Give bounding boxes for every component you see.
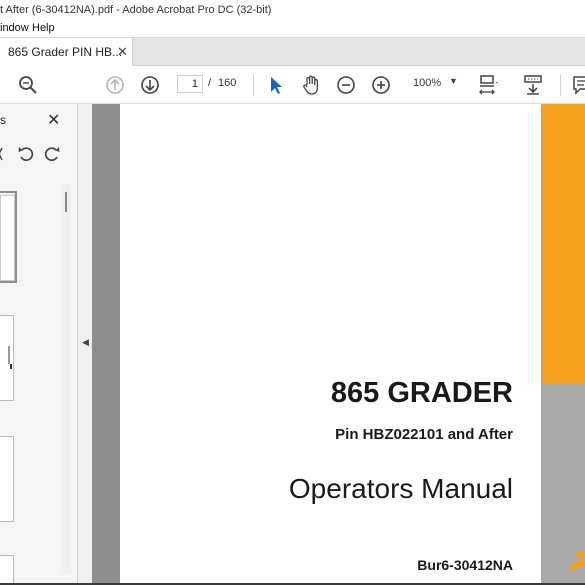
- page-number-input[interactable]: 1: [177, 75, 203, 93]
- tab-document-label: 865 Grader PIN HB...: [8, 45, 123, 59]
- window-title: t After (6-30412NA).pdf - Adobe Acrobat …: [0, 4, 272, 16]
- panel-collapse-strip[interactable]: ◀: [78, 104, 92, 585]
- cover-orange-band: [541, 104, 585, 384]
- page-total: 160: [218, 77, 237, 89]
- toolbar-divider: [253, 74, 254, 96]
- page-thumbnail-selected[interactable]: [0, 191, 17, 283]
- page-thumbnails-panel: s ✕: [0, 104, 78, 585]
- document-view[interactable]: 865 GRADER Pin HBZ022101 and After Opera…: [92, 104, 585, 585]
- document-subtitle: Operators Manual: [288, 473, 513, 504]
- menu-window[interactable]: indow: [0, 20, 29, 37]
- brand-logo-fragment: [568, 544, 585, 574]
- zoom-out-icon[interactable]: [334, 73, 358, 97]
- rotate-left-icon[interactable]: [16, 144, 36, 164]
- page-thumbnail[interactable]: [0, 555, 14, 585]
- panel-scrollbar-thumb[interactable]: [65, 192, 67, 212]
- window-title-bar: t After (6-30412NA).pdf - Adobe Acrobat …: [0, 0, 585, 20]
- collapse-arrow-icon[interactable]: ◀: [82, 337, 89, 348]
- document-code: Bur6-30412NA: [417, 557, 513, 573]
- document-pin: Pin HBZ022101 and After: [335, 426, 513, 443]
- panel-scrollbar[interactable]: [61, 184, 71, 574]
- thumbnail-options-icon[interactable]: [0, 144, 14, 164]
- zoom-dropdown-caret[interactable]: ▼: [449, 76, 458, 86]
- next-page-icon[interactable]: [138, 73, 162, 97]
- pdf-page: 865 GRADER Pin HBZ022101 and After Opera…: [120, 104, 585, 585]
- tab-strip: 865 Grader PIN HB... ✕: [0, 37, 585, 66]
- page-thumbnail[interactable]: [0, 315, 14, 401]
- scroll-mode-icon[interactable]: [521, 73, 545, 97]
- panel-close-icon[interactable]: ✕: [47, 110, 60, 130]
- tab-close-icon[interactable]: ✕: [117, 44, 128, 60]
- main-toolbar: 1 / 160 100% ▼: [0, 66, 585, 104]
- panel-title: s: [0, 113, 6, 127]
- select-arrow-icon[interactable]: [264, 73, 288, 97]
- search-icon[interactable]: [16, 73, 40, 97]
- page-separator: /: [208, 77, 212, 89]
- page-fit-icon[interactable]: [476, 73, 500, 97]
- zoom-in-icon[interactable]: [369, 73, 393, 97]
- menu-bar: indow Help: [0, 20, 585, 37]
- page-thumbnail[interactable]: [0, 436, 14, 522]
- menu-help[interactable]: Help: [32, 20, 55, 37]
- rotate-right-icon[interactable]: [42, 144, 62, 164]
- zoom-level[interactable]: 100%: [413, 77, 441, 89]
- tab-document[interactable]: 865 Grader PIN HB... ✕: [0, 38, 133, 66]
- document-title: 865 GRADER: [330, 377, 513, 409]
- prev-page-icon[interactable]: [103, 73, 127, 97]
- hand-icon[interactable]: [299, 73, 323, 97]
- comment-icon[interactable]: [570, 73, 585, 97]
- toolbar-divider: [560, 74, 561, 96]
